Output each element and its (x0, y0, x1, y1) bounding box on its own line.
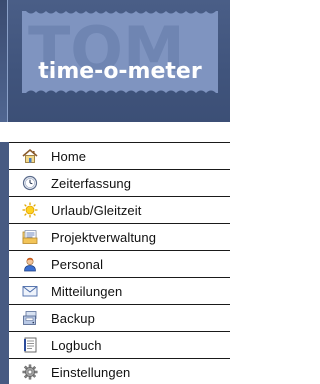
menu-item-label: Urlaub/Gleitzeit (51, 203, 142, 218)
gear-icon (22, 364, 38, 380)
menu-item-personal[interactable]: Personal (9, 250, 230, 277)
menu-item-label: Logbuch (51, 338, 102, 353)
app-header: TOM time-o-meter (0, 0, 230, 122)
menu-list: Home Zeiterfassung Urlaub/Gleitzeit Proj… (9, 142, 230, 384)
header-spacer (0, 122, 230, 142)
clock-icon (22, 175, 38, 191)
sun-icon (22, 202, 38, 218)
menu-item-einstellungen[interactable]: Einstellungen (9, 358, 230, 384)
menu-item-label: Einstellungen (51, 365, 131, 380)
menu-item-home[interactable]: Home (9, 142, 230, 169)
header-left-strip (0, 0, 8, 122)
menu-item-label: Backup (51, 311, 95, 326)
envelope-icon (22, 283, 38, 299)
menu-item-label: Home (51, 149, 87, 164)
logo-text: time-o-meter (38, 59, 202, 84)
menu-item-zeiterfassung[interactable]: Zeiterfassung (9, 169, 230, 196)
logbook-icon (22, 337, 38, 353)
menu-item-label: Personal (51, 257, 104, 272)
home-icon (22, 148, 38, 164)
menu-left-bar (0, 142, 9, 384)
menu-item-backup[interactable]: Backup (9, 304, 230, 331)
menu-item-label: Projektverwaltung (51, 230, 157, 245)
menu-item-label: Zeiterfassung (51, 176, 132, 191)
backup-icon (22, 310, 38, 326)
menu-item-mitteilungen[interactable]: Mitteilungen (9, 277, 230, 304)
projects-icon (22, 229, 38, 245)
menu-item-logbuch[interactable]: Logbuch (9, 331, 230, 358)
menu-item-label: Mitteilungen (51, 284, 123, 299)
person-icon (22, 256, 38, 272)
menu-item-urlaub-gleitzeit[interactable]: Urlaub/Gleitzeit (9, 196, 230, 223)
time-o-meter-logo[interactable]: TOM time-o-meter (22, 11, 218, 93)
menu-item-projektverwaltung[interactable]: Projektverwaltung (9, 223, 230, 250)
main-menu: Home Zeiterfassung Urlaub/Gleitzeit Proj… (0, 142, 230, 384)
